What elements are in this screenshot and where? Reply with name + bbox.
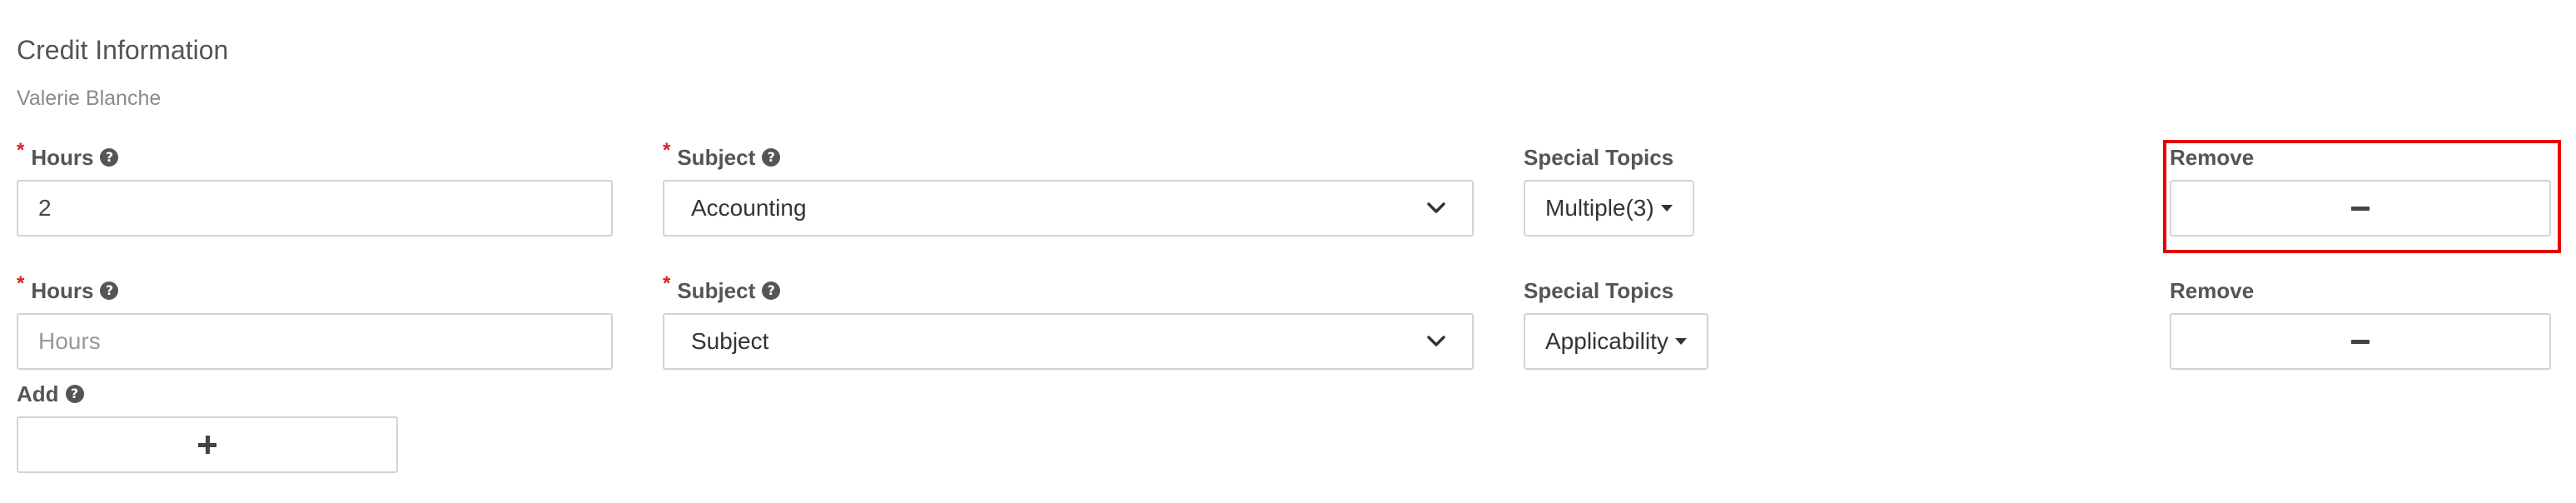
help-icon[interactable]	[100, 281, 119, 300]
subject-select-value: Subject	[691, 328, 769, 354]
help-icon[interactable]	[762, 148, 781, 167]
hours-label-text: Hours	[31, 278, 94, 303]
special-topics-label-row-2: Special Topics	[1524, 278, 1674, 303]
subject-select-row-1[interactable]: Accounting	[663, 180, 1474, 237]
caret-down-icon	[1674, 338, 1687, 345]
remove-label-row-1: Remove	[2170, 145, 2255, 170]
help-icon[interactable]	[65, 385, 84, 403]
subject-label-text: Subject	[677, 278, 756, 303]
subject-select-value: Accounting	[691, 195, 807, 221]
remove-button-row-2[interactable]	[2170, 313, 2551, 370]
caret-down-icon	[1660, 205, 1673, 212]
hours-input-row-1[interactable]	[17, 180, 613, 237]
required-marker: *	[17, 272, 25, 295]
help-icon[interactable]	[100, 148, 119, 167]
add-label: Add	[17, 381, 84, 406]
add-label-text: Add	[17, 381, 59, 406]
subject-label-row-1: * Subject	[663, 139, 781, 170]
remove-button-row-1[interactable]	[2170, 180, 2551, 237]
section-subtitle: Valerie Blanche	[17, 87, 162, 110]
special-topics-label-row-1: Special Topics	[1524, 145, 1674, 170]
hours-label-row-2: * Hours	[17, 272, 119, 303]
remove-label-row-2: Remove	[2170, 278, 2255, 303]
required-marker: *	[663, 139, 671, 162]
section-title: Credit Information	[17, 35, 229, 65]
required-marker: *	[663, 272, 671, 295]
subject-label-text: Subject	[677, 145, 756, 170]
special-topics-dropdown-row-1[interactable]: Multiple(3)	[1524, 180, 1694, 237]
credit-information-page: Credit Information Valerie Blanche * Hou…	[0, 0, 2576, 503]
help-icon[interactable]	[762, 281, 781, 300]
chevron-down-icon	[1427, 336, 1445, 346]
special-topics-value: Multiple(3)	[1545, 195, 1654, 221]
subject-label-row-2: * Subject	[663, 272, 781, 303]
hours-label-row-1: * Hours	[17, 139, 119, 170]
minus-icon	[2351, 206, 2370, 211]
subject-select-row-2[interactable]: Subject	[663, 313, 1474, 370]
plus-icon	[198, 436, 216, 454]
special-topics-dropdown-row-2[interactable]: Applicability	[1524, 313, 1708, 370]
hours-label-text: Hours	[31, 145, 94, 170]
chevron-down-icon	[1427, 202, 1445, 213]
add-button[interactable]	[17, 416, 398, 473]
required-marker: *	[17, 139, 25, 162]
special-topics-value: Applicability	[1545, 328, 1668, 354]
hours-input-row-2[interactable]	[17, 313, 613, 370]
minus-icon	[2351, 339, 2370, 344]
